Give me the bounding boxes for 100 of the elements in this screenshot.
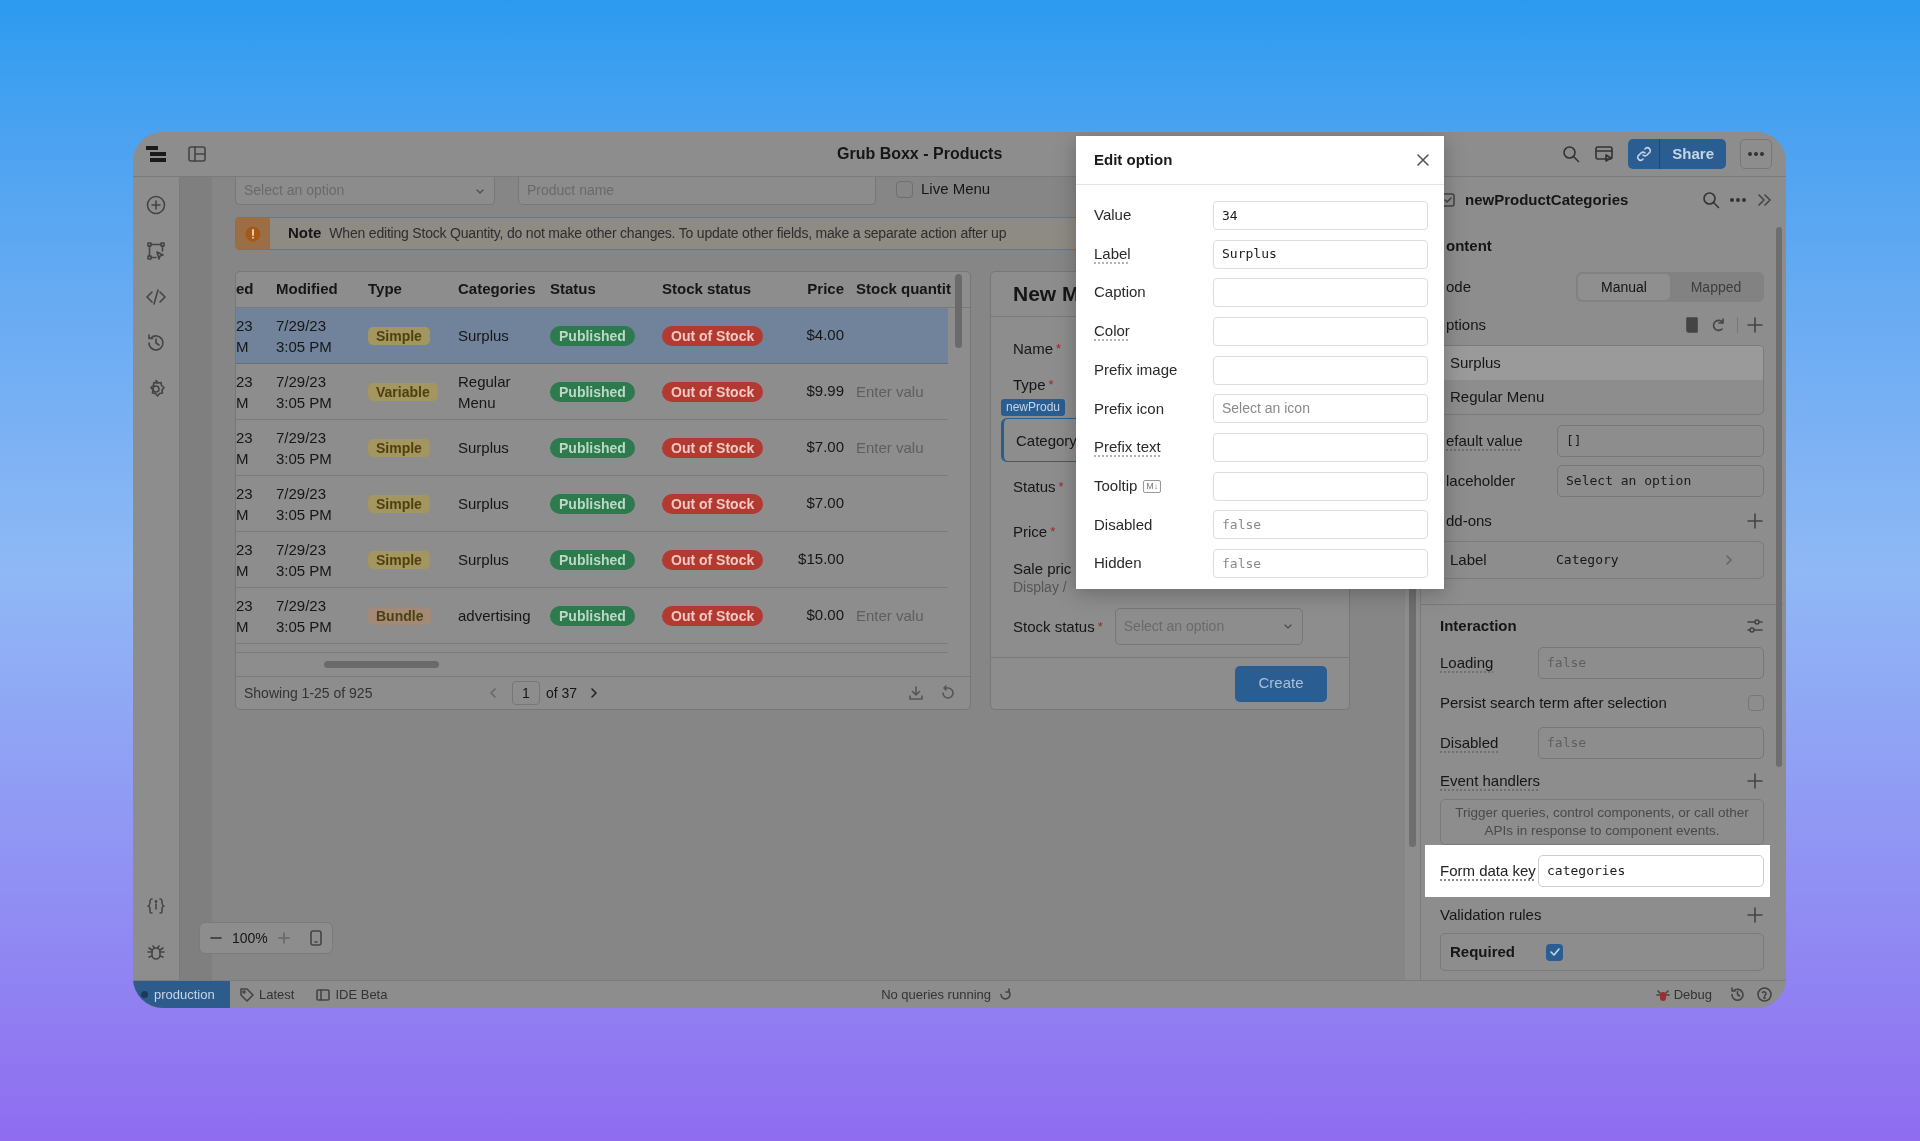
column-header[interactable]: Categories [458,278,550,301]
column-header[interactable]: ed [236,278,276,301]
date-text: 7/29/23 [276,371,328,392]
reset-icon[interactable] [1711,317,1727,333]
collapse-icon[interactable] [1756,192,1772,208]
input-field[interactable] [1213,432,1428,462]
refresh-icon[interactable] [999,988,1012,1001]
help-icon[interactable] [1757,987,1772,1002]
search-icon[interactable] [1562,145,1581,163]
input-field[interactable]: false [1213,549,1428,579]
close-icon[interactable] [1416,153,1430,167]
type-tag: Bundle [368,606,432,625]
debug-button[interactable]: Debug [1655,984,1712,1005]
time-text: M [236,336,250,357]
sidebar-toggle-icon[interactable] [187,144,207,164]
add-icon[interactable] [1746,906,1764,924]
history-icon[interactable] [1730,987,1745,1002]
add-icon[interactable] [1746,512,1764,530]
table-cell-text: $15.00 [797,549,844,570]
input-field[interactable]: 34 [1213,200,1428,230]
checkbox[interactable] [1546,943,1563,961]
time-text: M [236,392,250,413]
pagination-summary: Showing 1-25 of 925 [244,683,374,703]
bug-icon[interactable] [146,942,166,962]
layout-icon [316,987,331,1002]
input-field[interactable]: [] [1557,425,1764,457]
field-label: Category [1016,430,1077,450]
time-text: 3:05 PM [276,336,333,357]
more-icon [1748,152,1764,156]
add-icon[interactable] [1746,316,1764,334]
input-field[interactable]: Surplus [1213,239,1428,269]
field-label: Caption [1094,282,1146,303]
column-header[interactable]: Price [788,278,844,301]
add-icon[interactable] [146,195,166,215]
environment-badge[interactable]: production [133,981,230,1008]
field-label: efault value [1445,430,1524,451]
scrollbar-thumb[interactable] [1776,227,1782,767]
status-tag: Published [550,437,635,458]
add-icon[interactable] [1746,772,1764,790]
input-field[interactable]: false [1213,510,1428,540]
option-item[interactable]: Surplus [1441,346,1763,380]
empty-state-text: Trigger queries, control components, or call other APIs in response to component events. [1440,799,1764,845]
column-header[interactable]: Modified [276,278,368,301]
create-button[interactable]: Create [1235,665,1327,702]
download-icon[interactable] [908,685,924,701]
dialog-title: Edit option [1094,149,1174,170]
more-icon[interactable] [1730,198,1746,202]
checkbox-icon [1441,193,1455,207]
scrollbar-thumb[interactable] [955,274,962,348]
field-caption: Display / [1013,578,1068,597]
note-label: Note [288,223,322,244]
input-field[interactable]: Select an option [1557,465,1764,497]
segment-tab[interactable]: Manual [1578,274,1670,300]
time-text: M [236,560,250,581]
required-mark: * [1050,522,1056,541]
time-text: 3:05 PM [276,504,333,525]
zoom-in-icon[interactable] [277,932,290,944]
refresh-icon[interactable] [940,685,956,701]
component-tag[interactable]: newProdu [1001,399,1066,416]
book-icon[interactable] [1685,317,1699,333]
table-row[interactable]: 23 M 7/29/23 3:05 PM Simple Surplus Published Out of Stock $4.00 [236,308,948,364]
sliders-icon[interactable] [1746,618,1764,634]
search-icon[interactable] [1702,191,1720,209]
option-item[interactable]: Regular Menu [1441,380,1763,414]
chevron-left-icon[interactable] [488,687,498,699]
rule-row[interactable]: Required [1440,933,1764,971]
ide-link[interactable]: IDE Beta [316,984,388,1005]
select-field[interactable]: Select an icon [1213,394,1428,424]
status-tag: Published [550,549,635,570]
share-button[interactable]: Share [1660,139,1726,169]
page-field[interactable]: 1 [512,681,540,705]
addon-value: Category [1556,551,1620,570]
time-text: 3:05 PM [276,448,333,469]
column-header[interactable]: Status [550,278,662,301]
more-button[interactable] [1740,139,1772,169]
phone-icon[interactable] [309,930,322,946]
link-button[interactable] [1628,139,1661,169]
branch-link[interactable]: Latest [240,984,295,1005]
code-icon[interactable] [146,287,166,307]
input-field[interactable] [1213,471,1428,501]
time-text: 3:05 PM [276,392,333,413]
column-header[interactable]: Type [368,278,458,301]
segment-tab[interactable]: Mapped [1670,274,1762,300]
component-name: newProductCategories [1465,189,1630,210]
scrollbar-thumb[interactable] [324,661,439,668]
select-shape-icon[interactable] [146,241,166,261]
preview-icon[interactable] [1594,144,1615,164]
input-field[interactable] [1213,316,1428,346]
input-field[interactable] [1213,355,1428,385]
variables-icon[interactable] [146,896,166,916]
input-field[interactable]: categories [1538,855,1764,887]
logo-icon[interactable] [145,143,167,165]
date-text: 7/29/23 [276,483,328,504]
column-header[interactable]: Stock status [662,278,788,301]
chevron-right-icon[interactable] [589,687,600,699]
input-field[interactable] [1213,278,1428,308]
field-label: ptions [1445,314,1488,335]
table-cell-text: $7.00 [805,437,844,458]
history-icon[interactable] [146,333,166,353]
date-text: 23 [236,483,254,504]
